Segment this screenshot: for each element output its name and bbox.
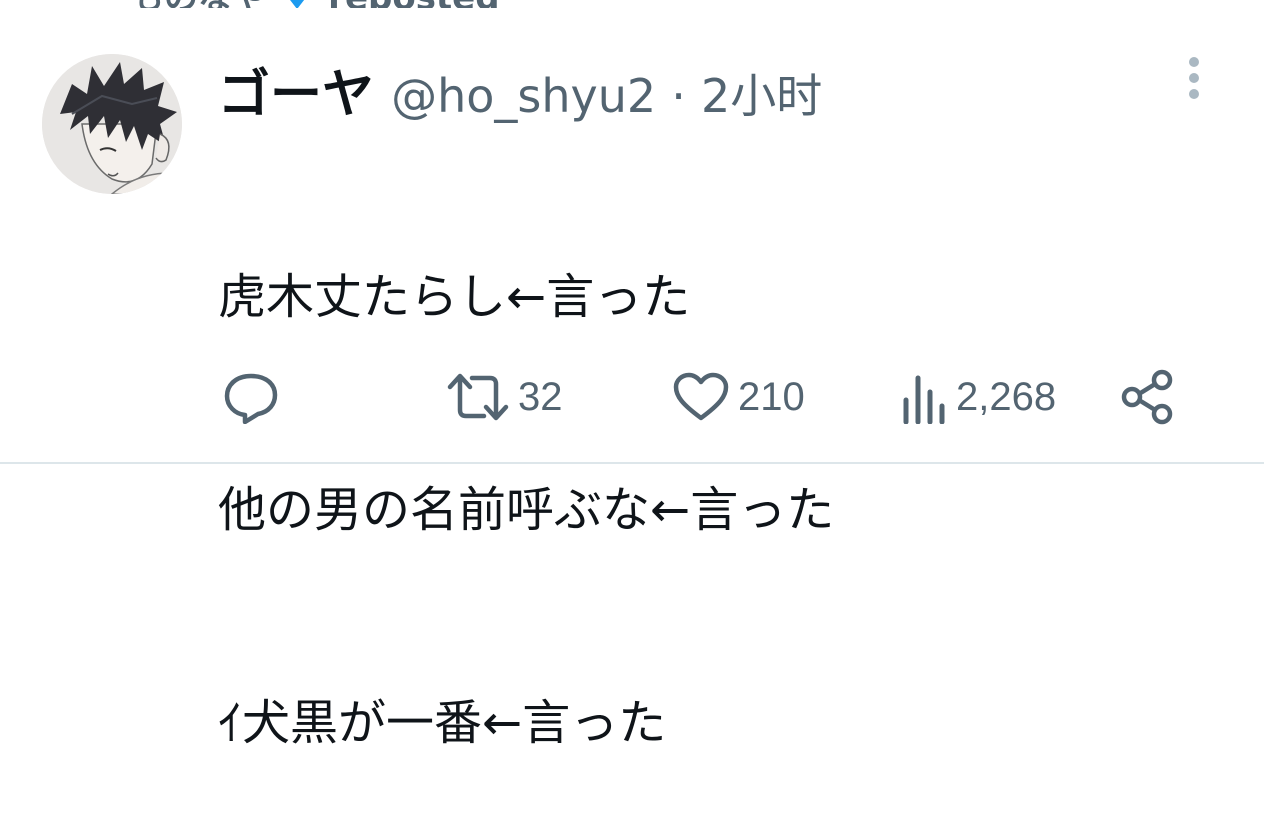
like-count: 210 <box>738 374 805 419</box>
share-button[interactable] <box>1120 362 1176 432</box>
views-icon <box>903 375 945 424</box>
repost-banner: ものなや ♦ reposted <box>130 0 500 8</box>
like-button[interactable]: 210 <box>672 362 805 432</box>
more-options-button[interactable] <box>1176 56 1212 100</box>
repost-banner-user: ものなや <box>130 0 266 8</box>
timestamp[interactable]: 2小时 <box>701 69 822 123</box>
views-button[interactable]: 2,268 <box>900 362 1056 432</box>
tweet-header: ゴーヤ @ho_shyu2 · 2小时 <box>218 52 822 125</box>
tweet-line: 他の男の名前呼ぶな←言った <box>218 482 835 538</box>
views-count: 2,268 <box>956 374 1057 419</box>
heart-icon <box>673 372 729 421</box>
retweet-icon <box>447 373 509 421</box>
tweet-divider <box>0 462 1264 464</box>
display-name[interactable]: ゴーヤ <box>218 65 374 125</box>
header-separator: · <box>671 69 686 123</box>
user-handle[interactable]: @ho_shyu2 <box>391 69 656 123</box>
tweet-line: ｲ犬黒が一番←言った <box>218 695 667 751</box>
retweet-button[interactable]: 32 <box>446 362 563 432</box>
reply-icon <box>224 373 278 424</box>
tweet-line: 虎木丈たらし←言った <box>218 269 691 325</box>
retweet-count: 32 <box>518 374 563 419</box>
tweet-text: 虎木丈たらし←言った 他の男の名前呼ぶな←言った ｲ犬黒が一番←言った <box>218 120 834 830</box>
repost-indicator-icon: ♦ <box>282 0 312 8</box>
tweet-actions: 32 210 2,268 <box>0 362 1264 432</box>
avatar[interactable] <box>42 54 182 194</box>
avatar-image <box>42 54 182 194</box>
repost-banner-label: reposted <box>328 0 499 8</box>
more-vertical-icon <box>1189 57 1199 99</box>
reply-button[interactable] <box>222 362 288 432</box>
share-icon <box>1121 369 1173 425</box>
